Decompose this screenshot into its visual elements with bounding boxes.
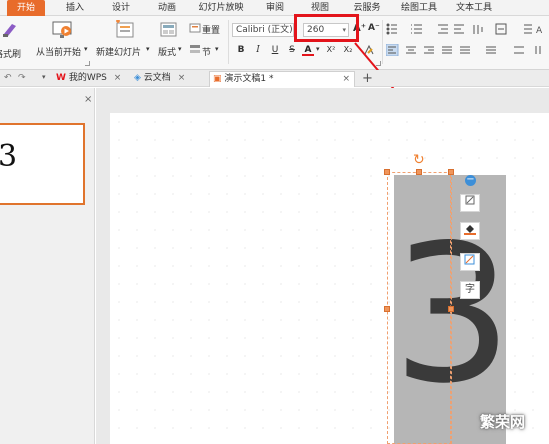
tab-my-wps-label: 我的WPS <box>68 73 107 83</box>
slide-thumbnail-text: 3 <box>0 139 18 174</box>
close-icon[interactable]: × <box>114 73 122 83</box>
text-tool-icon[interactable]: 字 <box>460 281 480 299</box>
new-tab-button[interactable]: + <box>362 71 373 86</box>
close-icon[interactable]: × <box>178 73 186 83</box>
resize-handle-left[interactable] <box>384 306 390 312</box>
slide-thumbnail-1[interactable]: 3 <box>0 123 85 205</box>
close-icon[interactable]: × <box>342 72 350 87</box>
tab-cloud-docs[interactable]: ◈ 云文档 × <box>134 71 200 87</box>
rotate-handle-icon[interactable]: ↻ <box>413 153 425 167</box>
resize-handle-right[interactable] <box>448 306 454 312</box>
document-tab-bar: ↶ ↷ ▾ W 我的WPS × ◈ 云文档 × ▣ 演示文稿1 * × + <box>0 70 549 87</box>
tab-presentation-1[interactable]: ▣ 演示文稿1 * × <box>209 71 355 87</box>
quick-access-dropdown-icon[interactable]: ▾ <box>42 73 46 81</box>
undo-icon[interactable]: ↶ <box>4 73 12 83</box>
tab-cloud-docs-label: 云文档 <box>143 73 171 83</box>
wps-presentation-window: 开始 插入 设计 动画 幻灯片放映 审阅 视图 云服务 绘图工具 文本工具 格式… <box>0 0 549 444</box>
resize-handle-top-right[interactable] <box>448 169 454 175</box>
cloud-docs-icon: ◈ <box>134 73 141 83</box>
redo-icon[interactable]: ↷ <box>18 73 26 83</box>
wps-logo-icon: W <box>56 73 66 83</box>
resize-handle-top[interactable] <box>416 169 422 175</box>
panel-close-icon[interactable]: × <box>84 94 92 105</box>
fill-color-icon[interactable] <box>460 222 480 240</box>
slide-thumbnail-panel: × 3 <box>0 88 95 444</box>
shape-style-icon[interactable] <box>460 194 480 212</box>
tab-presentation-1-label: 演示文稿1 * <box>224 74 274 84</box>
presentation-icon: ▣ <box>213 74 222 84</box>
selection-border <box>387 172 452 444</box>
watermark-logo: 繁荣网 <box>480 413 526 431</box>
tab-my-wps[interactable]: W 我的WPS × <box>56 71 132 87</box>
resize-handle-top-left[interactable] <box>384 169 390 175</box>
collapse-toolbar-icon[interactable]: − <box>465 175 476 186</box>
outline-color-icon[interactable] <box>460 253 480 271</box>
